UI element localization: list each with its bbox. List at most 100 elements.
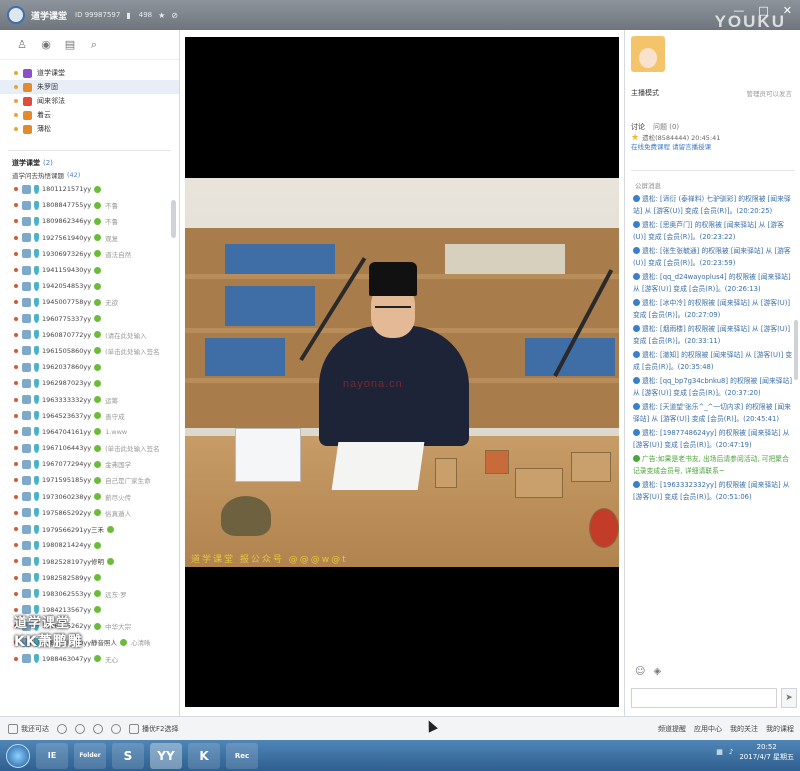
- user-row[interactable]: 1962987023yy: [0, 375, 179, 391]
- channel-icon: [23, 96, 32, 106]
- user-row[interactable]: 1964523637yy 善守成: [0, 408, 179, 424]
- status-dot: [14, 365, 18, 370]
- anchor-avatar[interactable]: [631, 36, 665, 72]
- yy-icon: YY: [157, 748, 175, 763]
- microphone-icon[interactable]: [93, 723, 103, 734]
- channel-item[interactable]: 闻来邻法: [0, 94, 179, 108]
- user-row[interactable]: 1983062553yy 远东·罗: [0, 586, 179, 602]
- user-row[interactable]: 1982528197yy修明: [0, 553, 179, 569]
- my-courses-button[interactable]: 我的课程: [766, 724, 794, 734]
- video-subtitle: 道学课堂 报公众号 @@@w@t: [191, 555, 348, 565]
- network-icon[interactable]: ▦: [716, 748, 723, 756]
- user-row[interactable]: 1964704161yy 1.www: [0, 424, 179, 440]
- user-row[interactable]: 1961505860yy (单击此处输入签名: [0, 343, 179, 359]
- user-name: 1962987023yy: [42, 379, 92, 388]
- user-row[interactable]: 1962037860yy: [0, 359, 179, 375]
- chat-input[interactable]: [631, 688, 777, 708]
- taskbar-app-recorder[interactable]: Rec: [226, 742, 258, 769]
- channel-item[interactable]: 薄松: [0, 122, 179, 136]
- tab-discussion[interactable]: 讨论: [631, 122, 645, 132]
- location-icon[interactable]: ◉: [40, 38, 52, 51]
- user-row[interactable]: 1982582589yy: [0, 570, 179, 586]
- start-button[interactable]: [6, 743, 30, 768]
- user-row[interactable]: 1963333332yy 运筹: [0, 391, 179, 407]
- user-avatar-icon: [22, 411, 31, 421]
- user-name: 1962037860yy: [42, 363, 92, 372]
- user-avatar-icon: [22, 297, 31, 307]
- emoji-icon[interactable]: ☺: [635, 666, 645, 677]
- member-pin-icon: [34, 459, 39, 469]
- user-row[interactable]: 1930697326yy 道法自然: [0, 246, 179, 262]
- channel-item[interactable]: 着云: [0, 108, 179, 122]
- exit-icon: [8, 723, 18, 734]
- seal-block: [485, 450, 509, 474]
- share-icon[interactable]: ⊘: [171, 11, 178, 20]
- user-icon[interactable]: ♙: [16, 38, 28, 51]
- user-row[interactable]: 1809862346yy 不鲁: [0, 213, 179, 229]
- user-row[interactable]: 1980821424yy: [0, 537, 179, 553]
- channel-item[interactable]: 道学课堂: [0, 66, 179, 80]
- user-row[interactable]: 1801121571yy: [0, 181, 179, 197]
- room-header[interactable]: 道学课堂 (2): [0, 157, 179, 169]
- search-icon[interactable]: ⌕: [88, 38, 100, 51]
- status-dot: [14, 268, 18, 273]
- taskbar-app-s[interactable]: S: [112, 742, 144, 769]
- level-badge-icon: [94, 331, 102, 339]
- volume-icon[interactable]: ♪: [729, 748, 733, 756]
- chat-scrollbar[interactable]: [794, 320, 798, 380]
- push-to-talk-button[interactable]: 播优F2选择: [129, 723, 178, 734]
- user-row[interactable]: 1967077294yy 金弗国学: [0, 456, 179, 472]
- settings-icon[interactable]: [57, 723, 67, 734]
- user-row[interactable]: 1808847755yy 不鲁: [0, 197, 179, 213]
- user-row[interactable]: 1942054853yy: [0, 278, 179, 294]
- chat-message: 遗松: [天道望'张乐^_^一切内求] 的权限被 [闻来驿站] 从 [游客(U)…: [633, 402, 795, 425]
- favorite-star-icon[interactable]: ★: [158, 11, 165, 20]
- keyboard-icon: [129, 723, 139, 734]
- user-row[interactable]: 1979566291yy三禾: [0, 521, 179, 537]
- taskbar-app-explorer[interactable]: Folder: [74, 742, 106, 769]
- video-player[interactable]: nayona.cn 道学课堂 报公众号 @@@w@t: [185, 37, 619, 707]
- channel-item-selected[interactable]: 朱罗固: [0, 80, 179, 94]
- user-row[interactable]: 1945007758yy 无欲: [0, 294, 179, 310]
- user-row[interactable]: 1973060238yy 薪尽火传: [0, 489, 179, 505]
- notice-link[interactable]: 在线免费课程 请留言播授课: [631, 143, 711, 151]
- user-row[interactable]: 1927561940yy 观复: [0, 230, 179, 246]
- user-row[interactable]: 1960775337yy: [0, 311, 179, 327]
- app-center-button[interactable]: 应用中心: [694, 724, 722, 734]
- user-avatar-icon: [22, 378, 31, 388]
- level-badge-icon: [94, 379, 102, 387]
- channel-reminder-button[interactable]: 频道提醒: [658, 724, 686, 734]
- exit-channel-button[interactable]: 我还可达: [8, 723, 49, 734]
- subchannel-header[interactable]: 道学问去热悟课题 (42): [0, 169, 179, 181]
- tab-questions[interactable]: 问题 (0): [653, 122, 679, 132]
- channel-list: 道学课堂 朱罗固 闻来邻法 着云 薄松: [0, 60, 179, 136]
- user-row[interactable]: 1971595185yy 自己是广家生命: [0, 472, 179, 488]
- left-scrollbar[interactable]: [171, 200, 176, 238]
- user-row[interactable]: 1941159430yy: [0, 262, 179, 278]
- user-row[interactable]: 1960870772yy (请在此处输入: [0, 327, 179, 343]
- send-button[interactable]: ➤: [781, 688, 797, 708]
- folder-icon: Folder: [79, 752, 101, 759]
- document-icon[interactable]: ▤: [64, 38, 76, 51]
- level-badge-icon: [94, 266, 102, 274]
- speaker-icon[interactable]: [75, 723, 85, 734]
- user-row[interactable]: 1975865292yy 俗真遁人: [0, 505, 179, 521]
- room-title: 道学课堂: [12, 159, 40, 167]
- system-info-icon: [633, 481, 640, 488]
- user-signature: (请在此处输入: [105, 331, 147, 340]
- status-dot: [14, 284, 18, 289]
- gift-icon[interactable]: ◈: [653, 666, 661, 677]
- user-avatar-icon: [22, 475, 31, 485]
- status-dot: [14, 591, 18, 596]
- taskbar-app-k[interactable]: K: [188, 742, 220, 769]
- taskbar-app-ie[interactable]: IE: [36, 742, 68, 769]
- user-avatar-icon: [22, 184, 31, 194]
- taskbar-app-yy[interactable]: YY: [150, 742, 182, 769]
- user-name: 1942054853yy: [42, 282, 92, 291]
- record-icon[interactable]: [111, 723, 121, 734]
- anchor-mode-label[interactable]: 主播模式: [631, 88, 659, 98]
- my-follow-button[interactable]: 我的关注: [730, 724, 758, 734]
- kk-watermark-line1: 道学课堂: [14, 616, 71, 631]
- user-row[interactable]: 1967106443yy (单击此处输入签名: [0, 440, 179, 456]
- clock[interactable]: 20:52 2017/4/7 星期五: [739, 742, 794, 762]
